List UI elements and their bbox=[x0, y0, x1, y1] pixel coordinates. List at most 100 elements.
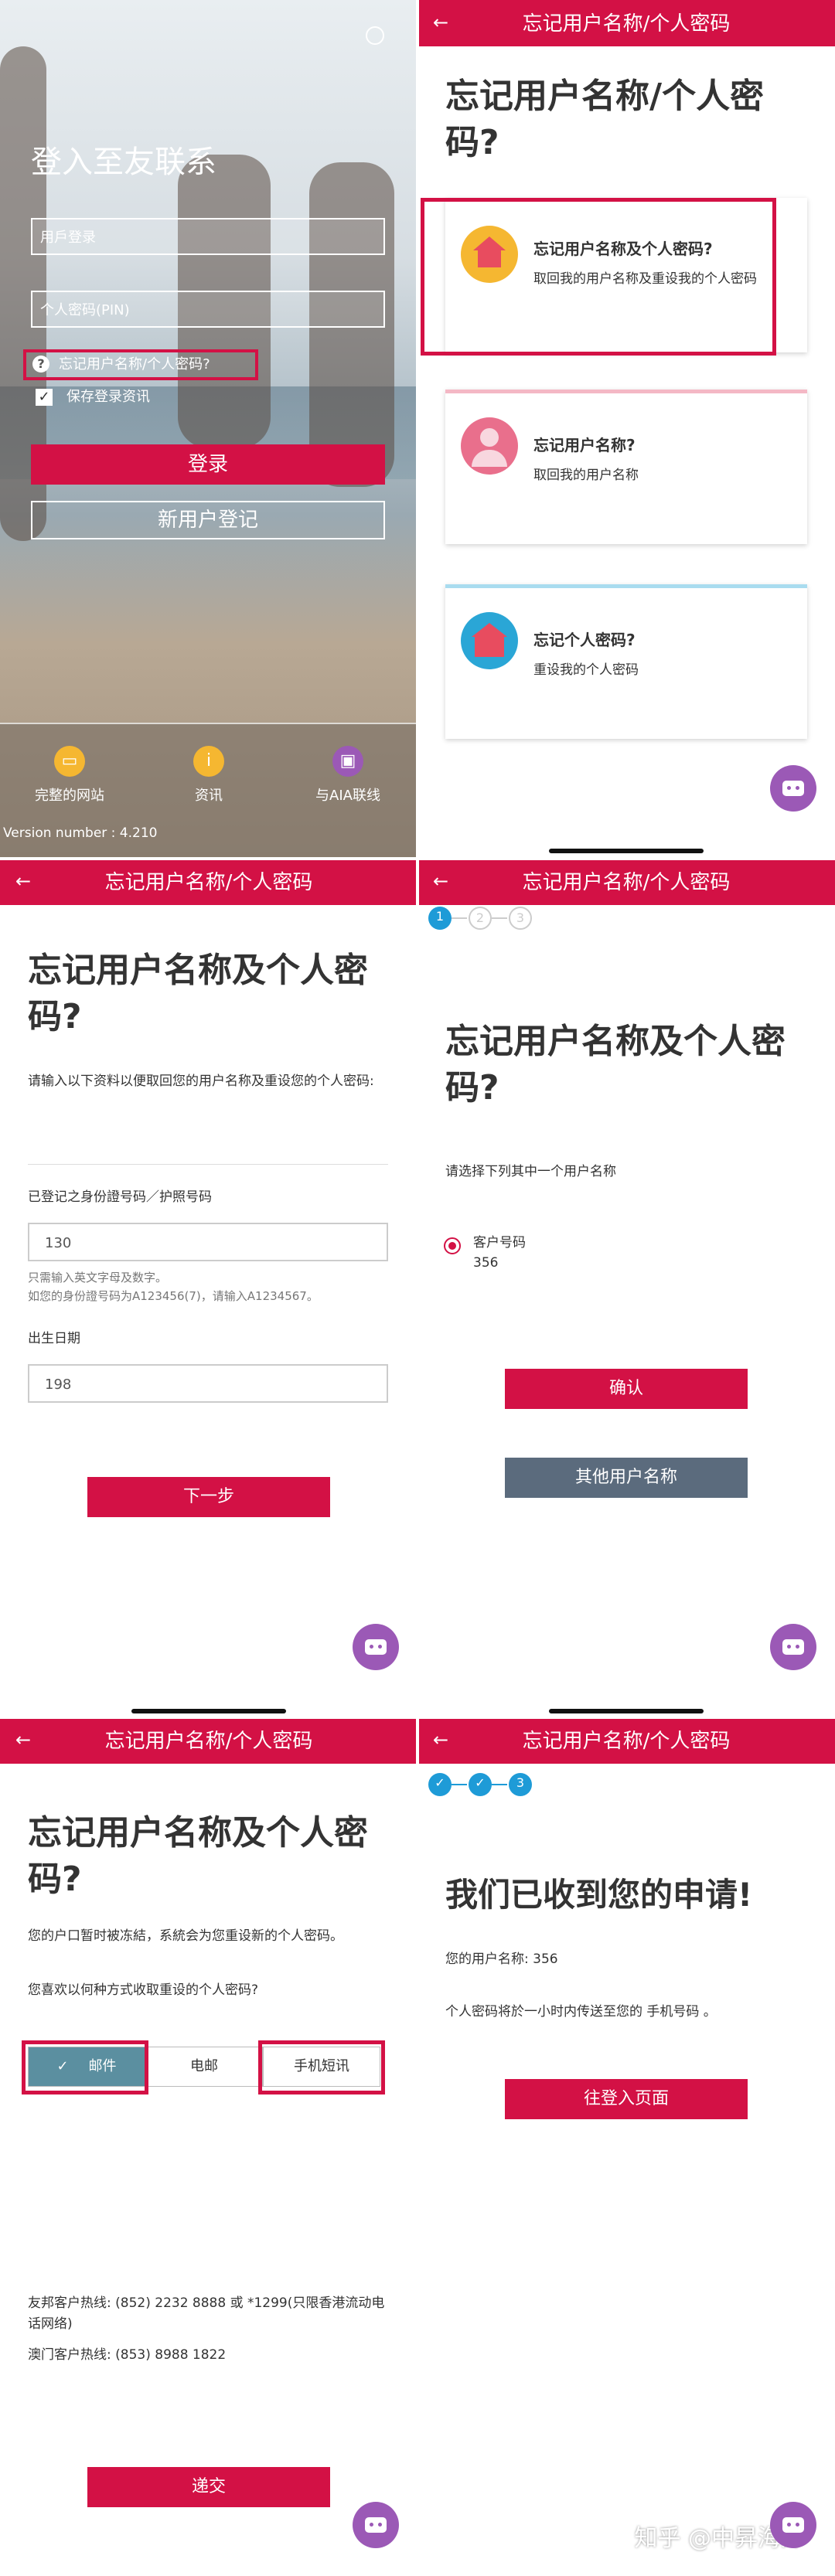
app-header: ← 忘记用户名称/个人密码 bbox=[0, 859, 418, 905]
home-indicator bbox=[549, 849, 704, 853]
panel-divider bbox=[0, 1716, 835, 1719]
person-icon bbox=[461, 417, 518, 475]
panel-divider bbox=[0, 857, 835, 860]
divider bbox=[28, 1164, 388, 1165]
header-title: 忘记用户名称/个人密码 bbox=[104, 871, 313, 894]
app-header: ← 忘记用户名称/个人密码 bbox=[0, 1717, 418, 1764]
app-header: ← 忘记用户名称/个人密码 bbox=[418, 0, 835, 46]
frozen-notice: 您的户口暂时被冻結，系統会为您重设新的个人密码。 bbox=[28, 1928, 343, 1944]
option-email[interactable]: 电邮 bbox=[145, 2047, 263, 2087]
login-title: 登入至友联系 bbox=[31, 145, 216, 180]
lock-icon bbox=[461, 612, 518, 669]
info-label: 资讯 bbox=[195, 788, 223, 804]
hotline-mo: 澳门客户热线: (853) 8988 1822 bbox=[28, 2347, 227, 2363]
chat-icon: ▣ bbox=[332, 746, 363, 777]
home-indicator bbox=[549, 1709, 704, 1713]
app-header: ← 忘记用户名称/个人密码 bbox=[418, 1717, 835, 1764]
page-heading: 我们已收到您的申请! bbox=[445, 1876, 753, 1914]
header-title: 忘记用户名称/个人密码 bbox=[522, 1730, 731, 1753]
app-header: ← 忘记用户名称/个人密码 bbox=[418, 859, 835, 905]
card-title: 忘记用户名称? bbox=[533, 436, 636, 454]
highlight-box bbox=[258, 2040, 385, 2094]
forgot-credentials-link[interactable]: ? 忘记用户名称/个人密码? bbox=[23, 349, 258, 380]
full-website-label: 完整的网站 bbox=[35, 788, 104, 804]
password-input[interactable]: 个人密码(PIN) bbox=[31, 291, 385, 328]
step-2-done: ✓ bbox=[469, 1773, 492, 1796]
page-heading: 忘记用户名称及个人密码? bbox=[28, 951, 368, 1036]
card-title: 忘记个人密码? bbox=[533, 631, 636, 649]
intro-text: 请输入以下资料以便取回您的用户名称及重设您的个人密码: bbox=[28, 1074, 374, 1089]
aia-connect-label: 与AIA联线 bbox=[315, 788, 380, 804]
step-2: 2 bbox=[469, 907, 492, 930]
step-connector bbox=[452, 917, 467, 919]
step-3: 3 bbox=[509, 1773, 532, 1796]
step-3: 3 bbox=[509, 907, 532, 930]
submit-button[interactable]: 递交 bbox=[87, 2467, 330, 2507]
dob-label: 出生日期 bbox=[28, 1331, 80, 1346]
username-line: 您的用户名称: 356 bbox=[445, 1952, 558, 1967]
step-connector bbox=[492, 917, 507, 919]
next-button[interactable]: 下一步 bbox=[87, 1477, 330, 1517]
save-login-checkbox[interactable]: ✓ bbox=[36, 389, 53, 406]
login-button[interactable]: 登录 bbox=[31, 444, 385, 485]
globe-icon[interactable] bbox=[366, 26, 384, 45]
option-card-username[interactable]: 忘记用户名称? 取回我的用户名称 bbox=[445, 390, 807, 544]
forgot-options-screen: ← 忘记用户名称/个人密码 忘记用户名称/个人密码? 忘记用户名称及个人密码? … bbox=[418, 0, 835, 859]
select-prompt: 请选择下列其中一个用户名称 bbox=[445, 1164, 616, 1179]
save-login-label: 保存登录资讯 bbox=[66, 389, 150, 405]
login-screen: 登入至友联系 用戶登录 个人密码(PIN) ? 忘记用户名称/个人密码? ✓ 保… bbox=[0, 0, 418, 859]
confirm-button[interactable]: 确认 bbox=[505, 1369, 748, 1409]
panel-divider bbox=[416, 0, 419, 2576]
robot-icon[interactable] bbox=[353, 1624, 399, 1670]
step-connector bbox=[492, 1784, 507, 1785]
login-page-button[interactable]: 往登入页面 bbox=[505, 2079, 748, 2119]
method-question: 您喜欢以何种方式收取重设的个人密码? bbox=[28, 1982, 259, 1998]
reset-method-screen: ← 忘记用户名称/个人密码 忘记用户名称及个人密码? 您的户口暂时被冻結，系統会… bbox=[0, 1717, 418, 2576]
info-icon: i bbox=[193, 746, 224, 777]
info-item[interactable]: i 资讯 bbox=[139, 746, 278, 805]
aia-connect-item[interactable]: ▣ 与AIA联线 bbox=[278, 746, 418, 805]
option-label: 客户号码 bbox=[473, 1235, 526, 1251]
other-username-button[interactable]: 其他用户名称 bbox=[505, 1458, 748, 1498]
highlight-box bbox=[421, 198, 776, 356]
id-hint-1: 只需输入英文字母及数字。 bbox=[28, 1271, 168, 1285]
header-title: 忘记用户名称/个人密码 bbox=[522, 12, 731, 36]
confirmation-screen: ← 忘记用户名称/个人密码 ✓ ✓ 3 我们已收到您的申请! 您的用户名称: 3… bbox=[418, 1717, 835, 2576]
question-icon: ? bbox=[32, 356, 49, 373]
step-1: 1 bbox=[428, 907, 452, 930]
register-button[interactable]: 新用户登记 bbox=[31, 501, 385, 539]
robot-icon[interactable] bbox=[770, 2502, 816, 2548]
card-subtitle: 取回我的用户名称 bbox=[533, 468, 639, 483]
username-radio[interactable] bbox=[444, 1237, 461, 1254]
header-title: 忘记用户名称/个人密码 bbox=[104, 1730, 313, 1753]
password-sent-line: 个人密码将於一小时内传送至您的 手机号码 。 bbox=[445, 2004, 717, 2020]
option-value: 356 bbox=[473, 1255, 499, 1271]
choose-username-screen: ← 忘记用户名称/个人密码 1 2 3 忘记用户名称及个人密码? 请选择下列其中… bbox=[418, 859, 835, 1717]
robot-icon[interactable] bbox=[353, 2502, 399, 2548]
id-hint-2: 如您的身份證号码为A123456(7)，请输入A1234567。 bbox=[28, 1289, 319, 1303]
dob-input[interactable]: 198 bbox=[28, 1364, 388, 1403]
card-subtitle: 重设我的个人密码 bbox=[533, 662, 639, 678]
step-1-done: ✓ bbox=[428, 1773, 452, 1796]
page-heading: 忘记用户名称及个人密码? bbox=[28, 1813, 368, 1899]
header-title: 忘记用户名称/个人密码 bbox=[522, 871, 731, 894]
version-number: Version number : 4.210 bbox=[3, 825, 158, 841]
option-card-password[interactable]: 忘记个人密码? 重设我的个人密码 bbox=[445, 584, 807, 739]
forgot-link-label: 忘记用户名称/个人密码? bbox=[59, 356, 210, 373]
website-icon: ▭ bbox=[54, 746, 85, 777]
highlight-box bbox=[22, 2040, 148, 2094]
id-number-input[interactable]: 130 bbox=[28, 1223, 388, 1261]
hotline-hk: 友邦客户热线: (852) 2232 8888 或 *1299(只限香港流动电话… bbox=[28, 2295, 385, 2332]
full-website-item[interactable]: ▭ 完整的网站 bbox=[0, 746, 139, 805]
home-indicator bbox=[131, 1709, 286, 1713]
page-heading: 忘记用户名称/个人密码? bbox=[445, 77, 765, 162]
id-label: 已登记之身份證号码／护照号码 bbox=[28, 1189, 212, 1205]
robot-icon[interactable] bbox=[770, 1624, 816, 1670]
card-accent-line bbox=[445, 584, 807, 588]
page-heading: 忘记用户名称及个人密码? bbox=[445, 1022, 786, 1108]
verify-identity-screen: ← 忘记用户名称/个人密码 忘记用户名称及个人密码? 请输入以下资料以便取回您的… bbox=[0, 859, 418, 1717]
card-accent-line bbox=[445, 390, 807, 393]
username-input[interactable]: 用戶登录 bbox=[31, 218, 385, 255]
step-connector bbox=[452, 1784, 467, 1785]
robot-icon[interactable] bbox=[770, 765, 816, 812]
